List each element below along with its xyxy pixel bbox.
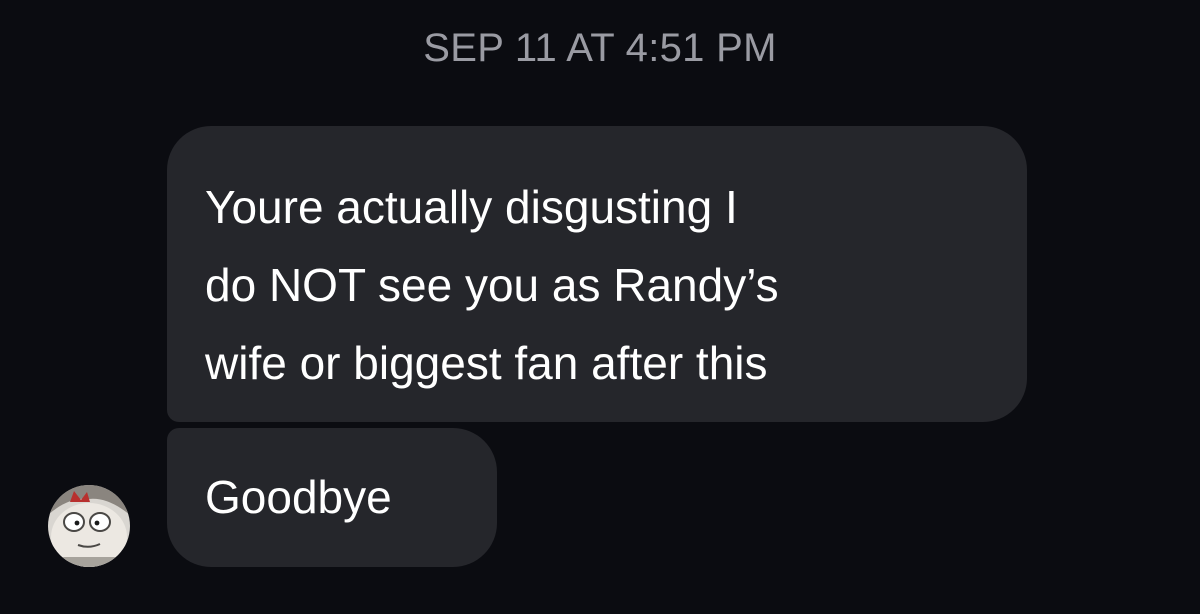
- sender-avatar[interactable]: [48, 485, 130, 567]
- message-text-line: wife or biggest fan after this: [205, 337, 768, 389]
- message-bubble[interactable]: Youre actually disgusting I do NOT see y…: [167, 126, 1027, 422]
- message-bubble[interactable]: Goodbye: [167, 428, 497, 567]
- message-timestamp: SEP 11 AT 4:51 PM: [423, 26, 777, 70]
- message-text-line: Youre actually disgusting I: [205, 181, 738, 233]
- message-text-line: do NOT see you as Randy’s: [205, 259, 779, 311]
- message-text: Goodbye: [205, 471, 392, 523]
- cartoon-face-avatar-icon: [48, 485, 130, 567]
